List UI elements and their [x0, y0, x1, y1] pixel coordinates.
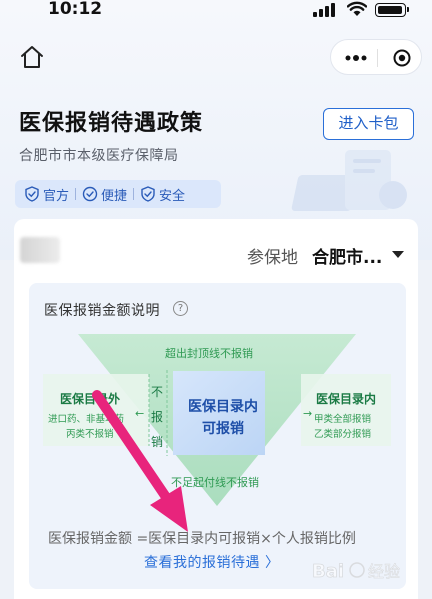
capsule-divider — [377, 49, 378, 67]
mini-program-capsule — [330, 39, 422, 75]
location-label: 参保地 — [247, 248, 298, 268]
shield-check-icon — [141, 186, 155, 202]
status-bar: 10:12 — [0, 0, 432, 22]
chevron-down-icon[interactable] — [392, 251, 404, 258]
wifi-icon — [347, 1, 367, 16]
outside-catalog-desc: 进口药、非基本药 — [48, 414, 125, 425]
explanation-title: 医保报销金额说明 — [44, 303, 160, 319]
badge-label: 官方 — [43, 188, 70, 204]
svg-text:经验: 经验 — [368, 562, 400, 581]
cap-label: 超出封顶线不报销 — [165, 347, 253, 360]
badge-divider — [133, 188, 135, 200]
not-reimbursed-label: 不报销 — [150, 385, 163, 449]
formula-text: 医保报销金额 =医保目录内可报销×个人报销比例 — [48, 531, 356, 547]
view-my-benefits-link[interactable]: 查看我的报销待遇 〉 — [144, 552, 279, 572]
inside-catalog-title: 医保目录内 — [316, 392, 377, 406]
page-title: 医保报销待遇政策 — [19, 111, 204, 136]
help-icon[interactable]: ? — [173, 301, 188, 316]
inside-catalog-desc: 乙类部分报销 — [314, 429, 372, 440]
svg-text:Bai: Bai — [312, 561, 344, 582]
hero-illustration — [291, 150, 407, 211]
target-icon[interactable] — [393, 49, 411, 67]
blurred-user-name — [20, 237, 60, 263]
outside-catalog-title: 医保目录外 — [60, 392, 121, 406]
badge-label: 便捷 — [101, 188, 128, 204]
location-selector[interactable]: 合肥市... — [312, 243, 382, 268]
arrow-right-icon: → — [303, 407, 313, 420]
home-icon[interactable] — [19, 44, 45, 70]
badge-label: 安全 — [159, 188, 186, 204]
inside-catalog-desc: 甲类全部报销 — [314, 414, 372, 425]
badge-safe: 安全 — [140, 185, 185, 204]
badge-convenient: 便捷 — [82, 185, 127, 204]
page-subtitle: 合肥市市本级医疗保障局 — [19, 148, 179, 164]
shield-check-icon — [25, 186, 39, 202]
arrow-left-icon: ← — [135, 407, 145, 420]
battery-icon — [375, 3, 409, 17]
enter-card-package-button[interactable]: 进入卡包 — [323, 108, 414, 140]
deductible-label: 不足起付线不报销 — [171, 476, 259, 489]
badge-official: 官方 — [24, 185, 69, 204]
more-dots-icon[interactable] — [345, 55, 367, 61]
outside-catalog-desc: 丙类不报销 — [66, 429, 114, 440]
reimbursable-center-label: 医保目录内可报销 — [188, 399, 258, 437]
check-circle-icon — [82, 186, 98, 202]
trust-badges: 官方 便捷 安全 — [15, 180, 221, 208]
badge-divider — [75, 188, 77, 200]
baidu-watermark-logo: Bai 经验 — [312, 561, 400, 583]
signal-icon — [313, 3, 335, 17]
status-time: 10:12 — [48, 0, 103, 19]
